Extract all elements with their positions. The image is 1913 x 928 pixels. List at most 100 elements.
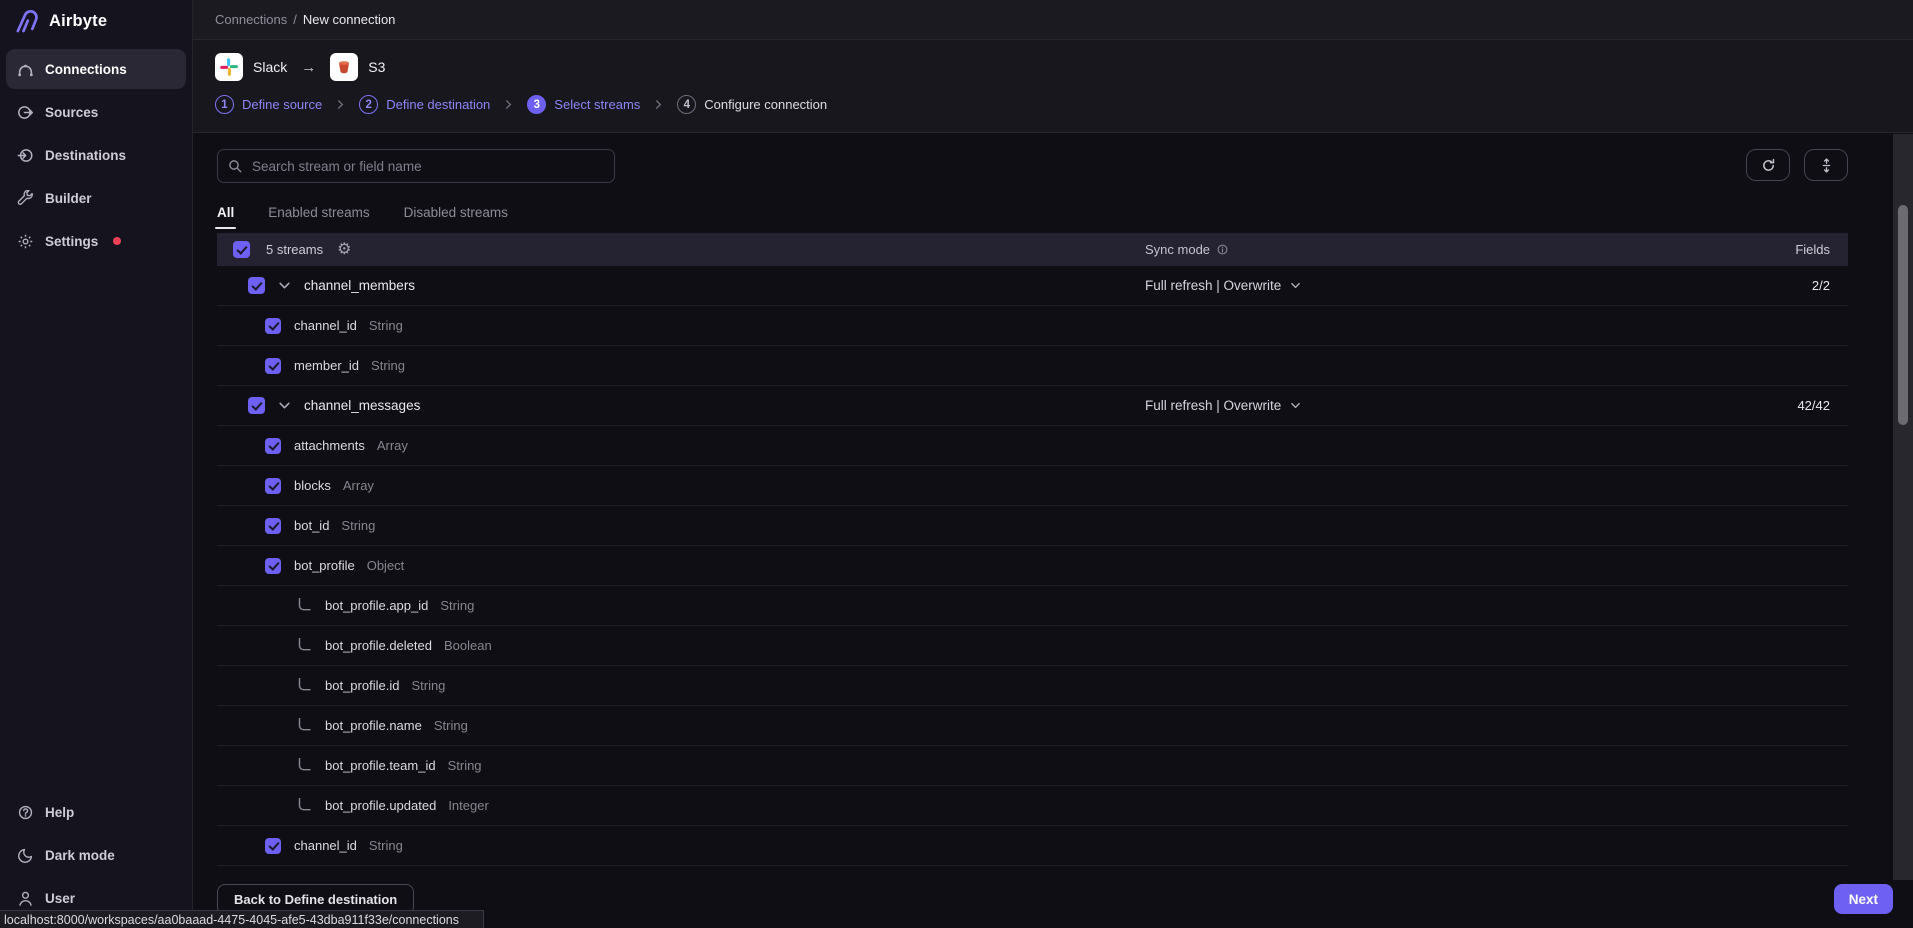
refresh-schema-button[interactable] bbox=[1746, 149, 1790, 181]
table-header: 5 streams ⚙ Sync mode Fields bbox=[217, 233, 1848, 266]
status-url: localhost:8000/workspaces/aa0baaad-4475-… bbox=[4, 913, 459, 927]
status-bar: localhost:8000/workspaces/aa0baaad-4475-… bbox=[0, 910, 484, 928]
field-name: bot_profile bbox=[294, 558, 355, 573]
table-row: bot_profile.deleted Boolean bbox=[217, 626, 1848, 666]
source-destination-row: Slack → S3 bbox=[215, 53, 1913, 81]
table-row: bot_profile Object bbox=[217, 546, 1848, 586]
field-name: blocks bbox=[294, 478, 331, 493]
scrollbar-thumb[interactable] bbox=[1898, 205, 1908, 425]
step-select-streams[interactable]: 3 Select streams bbox=[527, 95, 640, 114]
step-number: 3 bbox=[527, 95, 546, 114]
search-icon bbox=[228, 159, 243, 174]
field-datatype: Boolean bbox=[444, 638, 492, 653]
search-box bbox=[217, 149, 615, 183]
scrollbar-track[interactable] bbox=[1893, 134, 1913, 880]
airbyte-app: Airbyte Connections Sources bbox=[0, 0, 1913, 928]
table-row: bot_profile.team_id String bbox=[217, 746, 1848, 786]
sync-mode-column-header: Sync mode bbox=[1145, 242, 1229, 257]
step-configure-connection[interactable]: 4 Configure connection bbox=[677, 95, 827, 114]
fields-column-header: Fields bbox=[1795, 242, 1830, 257]
field-datatype: Object bbox=[367, 558, 405, 573]
field-name: bot_profile.team_id bbox=[325, 758, 436, 773]
chevron-right-icon bbox=[503, 99, 514, 110]
sidebar-item-destinations[interactable]: Destinations bbox=[6, 135, 186, 175]
connections-icon bbox=[17, 61, 34, 78]
tab-enabled-streams[interactable]: Enabled streams bbox=[268, 205, 369, 229]
sidebar-item-sources[interactable]: Sources bbox=[6, 92, 186, 132]
sidebar-item-settings[interactable]: Settings bbox=[6, 221, 186, 261]
next-button[interactable]: Next bbox=[1834, 884, 1893, 914]
chevron-down-icon[interactable] bbox=[278, 399, 291, 412]
connection-header: Slack → S3 1 Define source 2 bbox=[193, 40, 1913, 133]
field-checkbox[interactable] bbox=[265, 518, 281, 534]
stream-name: channel_messages bbox=[304, 398, 420, 413]
breadcrumb-connections[interactable]: Connections bbox=[215, 12, 287, 27]
field-checkbox[interactable] bbox=[265, 558, 281, 574]
step-label: Select streams bbox=[554, 97, 640, 112]
sidebar-item-label: Dark mode bbox=[45, 848, 115, 863]
sidebar-item-label: Settings bbox=[45, 234, 98, 249]
destinations-icon bbox=[17, 147, 34, 164]
sidebar-item-connections[interactable]: Connections bbox=[6, 49, 186, 89]
tree-branch-icon bbox=[295, 598, 311, 613]
sources-icon bbox=[17, 104, 34, 121]
field-checkbox[interactable] bbox=[265, 838, 281, 854]
sidebar-item-help[interactable]: Help bbox=[6, 792, 186, 832]
moon-icon bbox=[17, 847, 34, 864]
field-name: member_id bbox=[294, 358, 359, 373]
destination-name: S3 bbox=[368, 59, 385, 75]
step-define-destination[interactable]: 2 Define destination bbox=[359, 95, 490, 114]
tab-all[interactable]: All bbox=[217, 205, 234, 229]
field-datatype: String bbox=[440, 598, 474, 613]
step-label: Define source bbox=[242, 97, 322, 112]
field-checkbox[interactable] bbox=[265, 478, 281, 494]
step-number: 4 bbox=[677, 95, 696, 114]
help-icon bbox=[17, 804, 34, 821]
expand-rows-icon bbox=[1819, 158, 1834, 173]
gear-icon[interactable]: ⚙ bbox=[337, 242, 351, 258]
sidebar-item-builder[interactable]: Builder bbox=[6, 178, 186, 218]
field-checkbox[interactable] bbox=[265, 358, 281, 374]
topbar: Connections / New connection bbox=[193, 0, 1913, 40]
arrow-right-icon: → bbox=[301, 59, 316, 76]
stream-name: channel_members bbox=[304, 278, 415, 293]
chevron-down-icon bbox=[1290, 400, 1301, 411]
table-row: bot_profile.name String bbox=[217, 706, 1848, 746]
s3-logo-icon bbox=[330, 53, 358, 81]
step-number: 1 bbox=[215, 95, 234, 114]
slack-logo-icon bbox=[215, 53, 243, 81]
chevron-right-icon bbox=[335, 99, 346, 110]
sidebar: Airbyte Connections Sources bbox=[0, 0, 193, 928]
logo-row[interactable]: Airbyte bbox=[0, 0, 192, 42]
sidebar-item-dark-mode[interactable]: Dark mode bbox=[6, 835, 186, 875]
fields-count: 2/2 bbox=[1812, 278, 1830, 293]
search-input[interactable] bbox=[252, 159, 604, 174]
sync-mode-select[interactable]: Full refresh | Overwrite bbox=[1145, 398, 1301, 413]
sidebar-item-label: Connections bbox=[45, 62, 127, 77]
field-datatype: Array bbox=[343, 478, 374, 493]
stream-checkbox[interactable] bbox=[248, 277, 265, 294]
tree-branch-icon bbox=[295, 718, 311, 733]
chevron-down-icon bbox=[1290, 280, 1301, 291]
tree-branch-icon bbox=[295, 758, 311, 773]
tab-disabled-streams[interactable]: Disabled streams bbox=[404, 205, 508, 229]
field-datatype: String bbox=[411, 678, 445, 693]
table-row: channel_members Full refresh | Overwrite… bbox=[217, 266, 1848, 306]
table-row: attachments Array bbox=[217, 426, 1848, 466]
stream-checkbox[interactable] bbox=[248, 397, 265, 414]
table-row: channel_id String bbox=[217, 826, 1848, 866]
refresh-icon bbox=[1761, 158, 1776, 173]
field-datatype: String bbox=[371, 358, 405, 373]
user-icon bbox=[17, 890, 34, 907]
field-checkbox[interactable] bbox=[265, 438, 281, 454]
info-icon[interactable] bbox=[1216, 243, 1229, 256]
field-checkbox[interactable] bbox=[265, 318, 281, 334]
select-all-checkbox[interactable] bbox=[233, 241, 250, 258]
field-name: attachments bbox=[294, 438, 365, 453]
sync-mode-select[interactable]: Full refresh | Overwrite bbox=[1145, 278, 1301, 293]
step-label: Configure connection bbox=[704, 97, 827, 112]
chevron-down-icon[interactable] bbox=[278, 279, 291, 292]
field-name: bot_id bbox=[294, 518, 329, 533]
step-define-source[interactable]: 1 Define source bbox=[215, 95, 322, 114]
expand-collapse-rows-button[interactable] bbox=[1804, 149, 1848, 181]
